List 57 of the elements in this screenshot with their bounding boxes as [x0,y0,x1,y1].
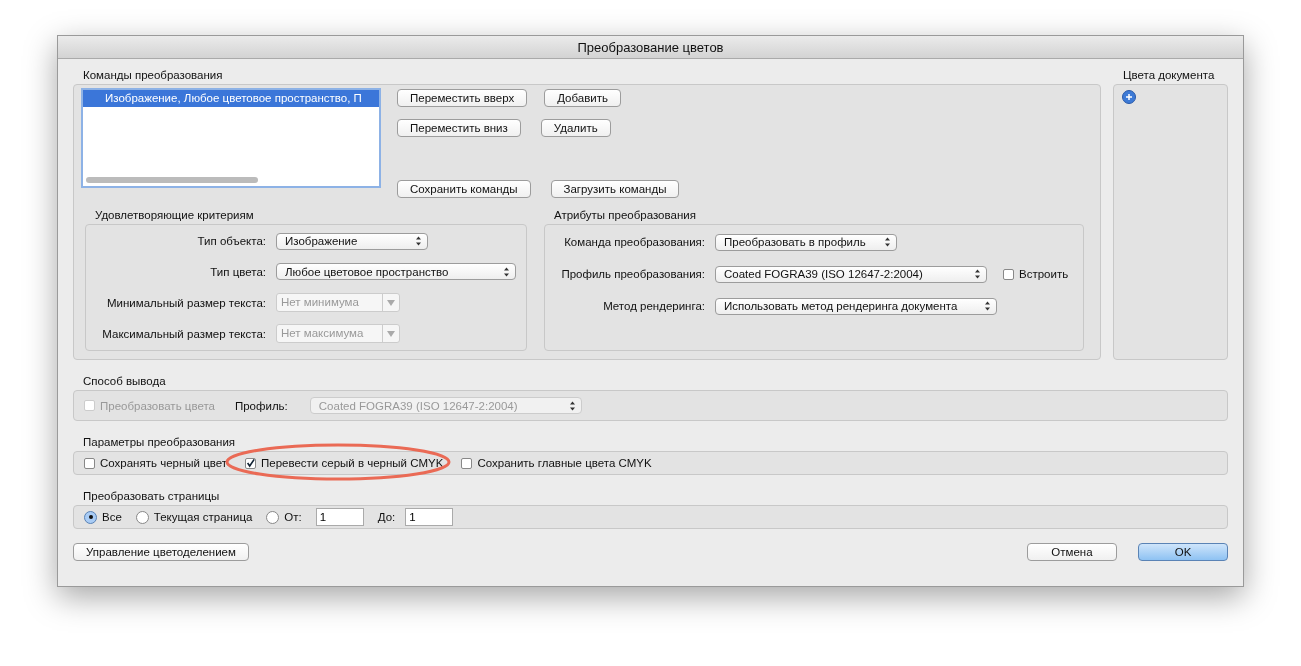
radio-label: От: [284,511,302,523]
group-label: Атрибуты преобразования [553,208,697,222]
field-label: Профиль преобразования: [560,268,705,280]
checkbox-label: Встроить [1019,268,1069,280]
command-button[interactable]: Переместить вверх [397,89,528,107]
field-label: Максимальный размер текста: [101,327,266,340]
stepper-arrows-icon [974,269,981,279]
dropdown[interactable]: Использовать метод рендеринга документа [715,297,997,315]
dropdown[interactable]: Любое цветовое пространство [276,263,516,281]
ok-button[interactable]: OK [1138,543,1228,561]
stepper-arrows-icon [568,400,576,411]
radio-label: Все [102,511,122,523]
group-label: Команды преобразования [82,68,224,82]
group-label: Способ вывода [82,374,167,388]
radio-button[interactable] [84,510,97,524]
field-label: Команда преобразования: [563,236,705,248]
command-button[interactable]: Загрузить команды [550,180,680,198]
list-item[interactable]: Изображение, Любое цветовое пространство, П [83,90,379,107]
command-button[interactable]: Добавить [544,89,621,107]
stepper-arrows-icon [503,266,510,277]
dropdown[interactable]: Преобразовать в профиль [715,233,897,251]
field-label: Профиль: [234,399,288,412]
cancel-button[interactable]: Отмена [1027,543,1117,561]
page-to-field[interactable]: 1 [405,508,454,526]
group-label: Цвета документа [1122,68,1216,82]
field-label: Тип объекта: [196,235,266,248]
checkbox[interactable] [461,457,473,469]
window-title: Преобразование цветов [58,36,1243,59]
checkbox[interactable] [1003,268,1014,280]
stepper-arrows-icon [984,301,991,311]
stepper-arrows-icon [415,236,422,247]
field-label: До: [377,511,396,523]
checkbox-label: Сохранять черный цвет [100,457,227,469]
field-label: Тип цвета: [209,265,266,278]
scrollbar[interactable] [86,177,258,183]
radio-button[interactable] [266,510,280,524]
group-label: Параметры преобразования [82,435,237,449]
radio-label: Текущая страница [153,511,253,523]
field-label: Метод рендеринга: [602,300,705,312]
command-button[interactable]: Переместить вниз [397,119,521,137]
field-label: Минимальный размер текста: [105,296,266,309]
checkbox[interactable] [245,457,256,469]
command-button[interactable]: Удалить [540,119,611,137]
checkbox-label: Преобразовать цвета [100,399,215,412]
checkbox-label: Сохранить главные цвета CMYK [477,457,652,469]
command-button[interactable]: Сохранить команды [397,180,531,198]
group-label: Преобразовать страницы [82,489,221,503]
radio-button[interactable] [135,510,149,524]
checkbox-label: Перевести серый в черный CMYK [261,457,444,469]
dropdown[interactable]: Coated FOGRA39 (ISO 12647-2:2004) [715,265,987,283]
group-label: Удовлетворяющие критериям [94,208,255,222]
separation-button[interactable]: Управление цветоделением [73,543,249,561]
dropdown[interactable]: Изображение [276,232,428,250]
circle-icon[interactable] [1122,90,1136,104]
checkbox[interactable] [84,457,95,469]
page-from-field[interactable]: 1 [315,508,364,526]
stepper-arrows-icon [884,237,891,247]
